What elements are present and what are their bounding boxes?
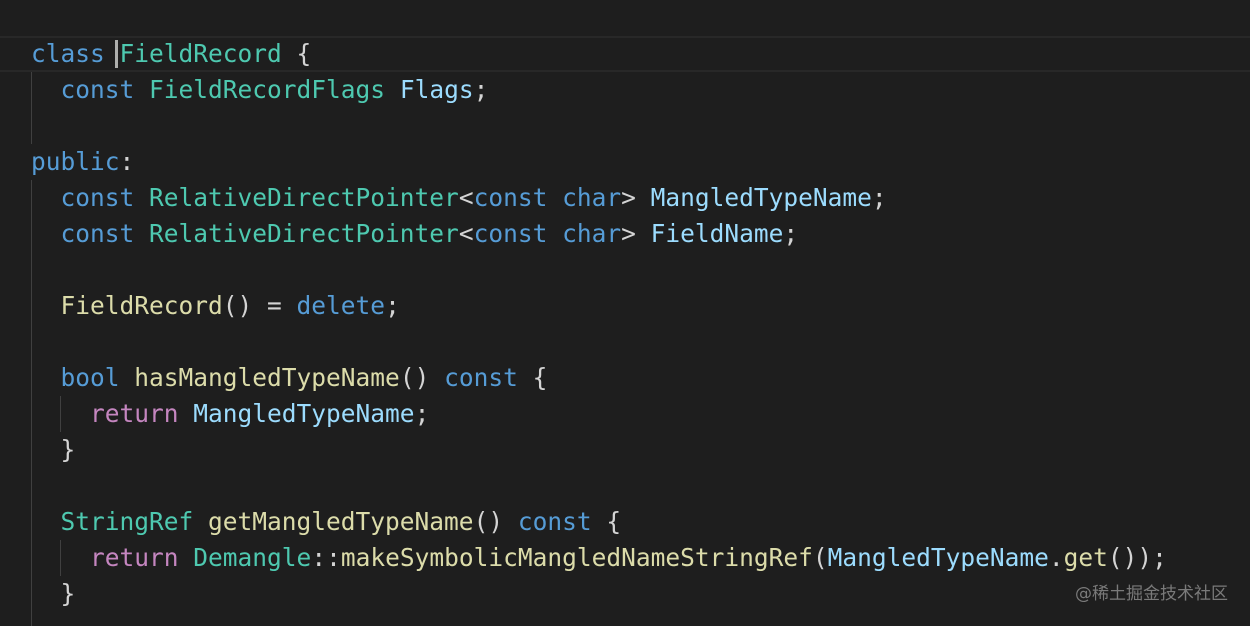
punctuation-token: } — [31, 435, 76, 464]
punctuation-token: { — [591, 507, 622, 536]
punctuation-token — [179, 543, 194, 572]
punctuation-token — [31, 291, 61, 320]
keyword-token: char — [562, 219, 622, 248]
function-token: hasMangledTypeName — [134, 363, 400, 392]
punctuation-token — [31, 507, 61, 536]
code-line[interactable]: class FieldRecord { — [31, 36, 1167, 72]
punctuation-token: > — [621, 219, 651, 248]
variable-token: MangledTypeName — [827, 543, 1049, 572]
code-line[interactable] — [31, 252, 1167, 288]
punctuation-token — [31, 399, 90, 428]
punctuation-token: ( — [812, 543, 828, 572]
punctuation-token — [134, 183, 149, 212]
keyword-token: const — [60, 219, 135, 248]
keyword-token: const — [473, 183, 548, 212]
code-line[interactable] — [31, 108, 1167, 144]
type-token: RelativeDirectPointer — [149, 183, 459, 212]
control-keyword-token: return — [90, 399, 179, 428]
code-line[interactable]: return MangledTypeName; — [31, 396, 1167, 432]
punctuation-token — [31, 363, 61, 392]
function-token: getMangledTypeName — [208, 507, 474, 536]
punctuation-token: } — [31, 579, 76, 608]
keyword-token: const — [473, 219, 548, 248]
punctuation-token: : — [119, 147, 135, 176]
keyword-token: const — [517, 507, 592, 536]
code-line[interactable]: StringRef getMangledTypeName() const { — [31, 504, 1167, 540]
punctuation-token — [134, 219, 149, 248]
code-line[interactable]: public: — [31, 144, 1167, 180]
punctuation-token — [31, 75, 61, 104]
variable-token: MangledTypeName — [193, 399, 415, 428]
punctuation-token — [31, 183, 61, 212]
code-line[interactable]: FieldRecord() = delete; — [31, 288, 1167, 324]
punctuation-token — [547, 219, 562, 248]
punctuation-token: () — [399, 363, 445, 392]
keyword-token: const — [444, 363, 518, 392]
type-token: FieldRecordFlags — [149, 75, 386, 104]
code-line[interactable]: const FieldRecordFlags Flags; — [31, 72, 1167, 108]
type-token: StringRef — [60, 507, 194, 536]
punctuation-token — [547, 183, 562, 212]
keyword-token: const — [60, 75, 135, 104]
punctuation-token: ; — [783, 219, 799, 248]
punctuation-token: () — [473, 507, 518, 536]
punctuation-token: ; — [385, 291, 400, 320]
code-line[interactable]: return Demangle::makeSymbolicMangledName… — [31, 540, 1167, 576]
code-line[interactable]: } — [31, 576, 1167, 612]
punctuation-token — [31, 219, 61, 248]
punctuation-token — [120, 363, 135, 392]
code-line[interactable]: const RelativeDirectPointer<const char> … — [31, 216, 1167, 252]
keyword-token: public — [31, 147, 120, 176]
keyword-token: char — [562, 183, 622, 212]
punctuation-token: :: — [311, 543, 341, 572]
code-line[interactable] — [31, 324, 1167, 360]
code-text-area[interactable]: class FieldRecord { const FieldRecordFla… — [31, 36, 1167, 612]
keyword-token: bool — [60, 363, 120, 392]
punctuation-token: < — [458, 183, 474, 212]
punctuation-token: ()); — [1107, 543, 1167, 572]
code-line[interactable]: } — [31, 432, 1167, 468]
type-token: RelativeDirectPointer — [149, 219, 459, 248]
control-keyword-token: return — [90, 543, 179, 572]
code-editor[interactable]: class FieldRecord { const FieldRecordFla… — [0, 0, 1250, 626]
keyword-token: const — [60, 183, 135, 212]
punctuation-token — [193, 507, 208, 536]
code-line[interactable]: bool hasMangledTypeName() const { — [31, 360, 1167, 396]
punctuation-token: . — [1048, 543, 1064, 572]
type-token: FieldRecord — [119, 39, 282, 68]
code-line[interactable] — [31, 468, 1167, 504]
punctuation-token: < — [458, 219, 474, 248]
punctuation-token — [134, 75, 149, 104]
variable-token: Flags — [399, 75, 474, 104]
text-cursor — [115, 40, 118, 68]
punctuation-token: { — [517, 363, 548, 392]
punctuation-token — [385, 75, 400, 104]
variable-token: MangledTypeName — [650, 183, 872, 212]
keyword-token: class — [31, 39, 105, 68]
code-line[interactable]: const RelativeDirectPointer<const char> … — [31, 180, 1167, 216]
punctuation-token: ; — [871, 183, 887, 212]
punctuation-token — [31, 543, 90, 572]
type-token: Demangle — [193, 543, 312, 572]
function-token: FieldRecord — [60, 291, 223, 320]
punctuation-token: { — [281, 39, 312, 68]
function-token: get — [1063, 543, 1108, 572]
punctuation-token: > — [621, 183, 651, 212]
function-token: makeSymbolicMangledNameStringRef — [340, 543, 813, 572]
variable-token: FieldName — [650, 219, 784, 248]
punctuation-token: () = — [222, 291, 297, 320]
punctuation-token: ; — [414, 399, 430, 428]
punctuation-token: ; — [473, 75, 489, 104]
watermark: @稀土掘金技术社区 — [1075, 584, 1228, 604]
keyword-token: delete — [296, 291, 386, 320]
punctuation-token — [179, 399, 194, 428]
